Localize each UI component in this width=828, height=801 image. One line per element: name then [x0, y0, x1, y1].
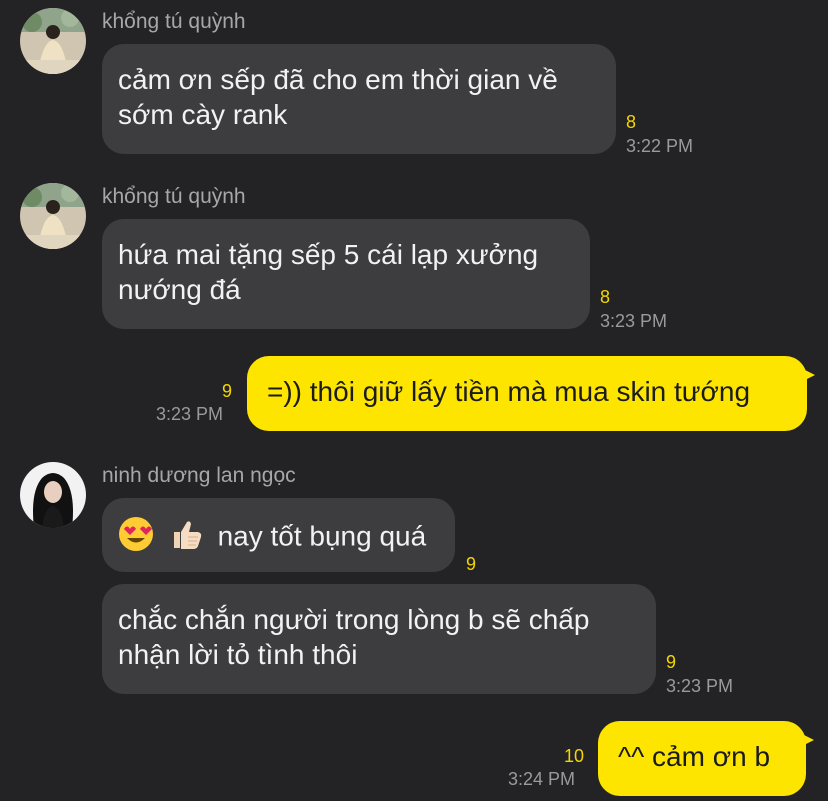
message-time: 3:22 PM	[626, 136, 694, 156]
unread-count: 9	[222, 381, 233, 401]
avatar[interactable]	[20, 8, 86, 74]
avatar[interactable]	[20, 183, 86, 249]
message-time: 3:24 PM	[508, 769, 576, 789]
unread-count: 9	[666, 652, 677, 672]
message-text: hứa mai tặng sếp 5 cái lạp xưởng nướng đ…	[118, 239, 539, 305]
message-bubble[interactable]: nay tốt bụng quá	[102, 498, 455, 572]
message-bubble[interactable]: =)) thôi giữ lấy tiền mà mua skin tướng	[247, 356, 815, 431]
message-bubble[interactable]: hứa mai tặng sếp 5 cái lạp xưởng nướng đ…	[102, 219, 590, 329]
avatar[interactable]	[20, 462, 86, 528]
unread-count: 9	[466, 554, 477, 574]
thumbs-up-emoji	[168, 516, 204, 560]
message-time: 3:23 PM	[666, 676, 734, 696]
unread-count: 8	[626, 112, 637, 132]
message-bubble[interactable]: ^^ cảm ơn b	[598, 721, 814, 796]
message-text: =)) thôi giữ lấy tiền mà mua skin tướng	[267, 376, 751, 407]
message-time: 3:23 PM	[600, 311, 668, 331]
unread-count: 10	[564, 746, 585, 766]
message-text: cảm ơn sếp đã cho em thời gian về sớm cà…	[118, 64, 558, 130]
message-text: nay tốt bụng quá	[217, 520, 427, 552]
message-bubble[interactable]: cảm ơn sếp đã cho em thời gian về sớm cà…	[102, 44, 616, 154]
chat-thread: khổng tú quỳnh cảm ơn sếp đã cho em thời…	[0, 0, 828, 801]
message-text: ^^ cảm ơn b	[618, 741, 771, 772]
sender-name: ninh dương lan ngọc	[102, 464, 296, 487]
message-text: chắc chắn người trong lòng b sẽ chấp nhậ…	[118, 604, 590, 670]
message-time: 3:23 PM	[156, 404, 224, 424]
sender-name: khổng tú quỳnh	[102, 185, 246, 208]
sender-name: khổng tú quỳnh	[102, 10, 246, 33]
heart-eyes-emoji	[118, 516, 154, 560]
message-bubble[interactable]: chắc chắn người trong lòng b sẽ chấp nhậ…	[102, 584, 656, 694]
unread-count: 8	[600, 287, 611, 307]
